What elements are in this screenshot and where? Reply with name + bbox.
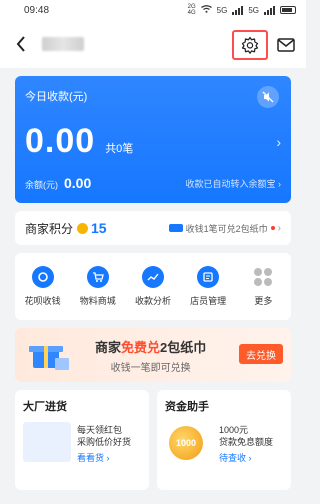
quick-actions-grid: 花呗收钱 物料商城 收款分析 店员管理 更多 — [15, 253, 291, 320]
points-tip: 收钱1笔可兑2包纸巾 › — [168, 222, 281, 235]
fund-assistant-card[interactable]: 资金助手 1000 1000元 贷款免息额度 待查收 › — [157, 390, 291, 490]
coin-icon — [77, 222, 89, 234]
signal-icon — [264, 5, 275, 15]
amount-row: 0.00 共0笔 — [25, 122, 281, 161]
today-amount: 0.00 — [25, 122, 96, 160]
grid-item-huabei[interactable]: 花呗收钱 — [18, 266, 68, 307]
wifi-icon — [200, 5, 212, 15]
signal-label-2: 5G — [248, 5, 259, 15]
balance-value: 0.00 — [64, 175, 92, 191]
grid-item-label: 物料商城 — [79, 296, 116, 306]
balance-row[interactable]: 余额(元) 0.00 收款已自动转入余额宝 › — [25, 175, 281, 191]
huabei-icon — [31, 266, 54, 288]
fund-assistant-text: 1000元 贷款免息额度 待查收 › — [219, 425, 274, 464]
promo-title: 商家免费兑2包纸巾 — [95, 339, 207, 355]
promo-banner[interactable]: 商家免费兑2包纸巾 收钱一笔即可兑换 去兑换 — [15, 328, 291, 382]
back-button[interactable] — [10, 29, 32, 59]
signal-label-1: 5G — [216, 5, 228, 15]
grid-item-label: 店员管理 — [190, 296, 227, 306]
more-icon — [252, 266, 274, 288]
chevron-left-icon — [16, 36, 25, 52]
truck-icon — [168, 224, 183, 232]
top-header — [0, 20, 306, 68]
grid-item-label: 收款分析 — [134, 296, 171, 306]
grid-item-label: 花呗收钱 — [24, 296, 61, 306]
bottom-cards: 大厂进货 每天领红包 采购低价好货 看看货 › 资金助手 1000 1000元 … — [15, 390, 291, 490]
network-indicator: 2G 4G — [187, 4, 196, 16]
wholesale-title: 大厂进货 — [23, 401, 67, 413]
balance-note: 收款已自动转入余额宝 › — [185, 178, 281, 189]
status-time: 09:48 — [24, 4, 50, 16]
battery-icon — [280, 6, 296, 14]
mail-button[interactable] — [274, 33, 298, 57]
grid-item-more[interactable]: 更多 — [238, 266, 288, 307]
grid-item-clerks[interactable]: 店员管理 — [183, 266, 233, 307]
points-value: 15 — [91, 220, 107, 236]
points-tip-text: 收钱1笔可兑2包纸巾 — [185, 223, 268, 234]
today-receipts-title: 今日收款(元) — [25, 91, 88, 103]
chevron-right-icon: › — [276, 134, 281, 150]
view-goods-link[interactable]: 看看货 › — [77, 452, 131, 464]
redeem-button[interactable]: 去兑换 — [239, 344, 283, 364]
status-icons: 2G 4G 5G 5G — [188, 4, 296, 16]
today-receipts-card[interactable]: 今日收款(元) 0.00 共0笔 › 余额(元) 0.00 收款已自动转入余额宝… — [15, 76, 291, 203]
signal-icon — [232, 5, 244, 15]
chevron-right-icon: › — [277, 222, 281, 234]
settings-button[interactable] — [232, 30, 268, 60]
grid-item-materials[interactable]: 物料商城 — [73, 266, 123, 307]
pending-check-link[interactable]: 待查收 › — [219, 452, 273, 464]
points-label: 商家积分 — [25, 221, 74, 236]
red-dot-badge — [270, 226, 275, 230]
mute-voice-button[interactable] — [257, 86, 279, 108]
wholesale-card[interactable]: 大厂进货 每天领红包 采购低价好货 看看货 › — [15, 390, 149, 490]
mail-icon — [277, 38, 295, 52]
balance-label: 余额(元) — [25, 180, 58, 190]
fund-assistant-title: 资金助手 — [165, 401, 209, 413]
grid-item-label: 更多 — [254, 296, 273, 306]
header-actions — [232, 30, 298, 60]
coin-badge-icon: 1000 — [169, 426, 203, 460]
chart-icon — [141, 266, 164, 288]
clerk-icon — [197, 266, 220, 288]
gear-icon — [241, 36, 259, 54]
grid-item-analysis[interactable]: 收款分析 — [128, 266, 178, 307]
mute-speaker-icon — [262, 91, 274, 103]
main-content: 今日收款(元) 0.00 共0笔 › 余额(元) 0.00 收款已自动转入余额宝… — [0, 76, 306, 490]
status-bar: 09:48 2G 4G 5G 5G — [0, 0, 306, 20]
merchant-points-row[interactable]: 商家积分 15 收钱1笔可兑2包纸巾 › — [15, 211, 291, 245]
gift-box-illustration — [29, 346, 69, 370]
promo-subtitle: 收钱一笔即可兑换 — [110, 362, 191, 374]
cart-icon — [86, 266, 109, 288]
account-name-blurred — [42, 37, 84, 51]
today-count: 共0笔 — [105, 143, 134, 155]
wholesale-text: 每天领红包 采购低价好货 看看货 › — [77, 425, 132, 464]
product-image — [23, 422, 71, 462]
